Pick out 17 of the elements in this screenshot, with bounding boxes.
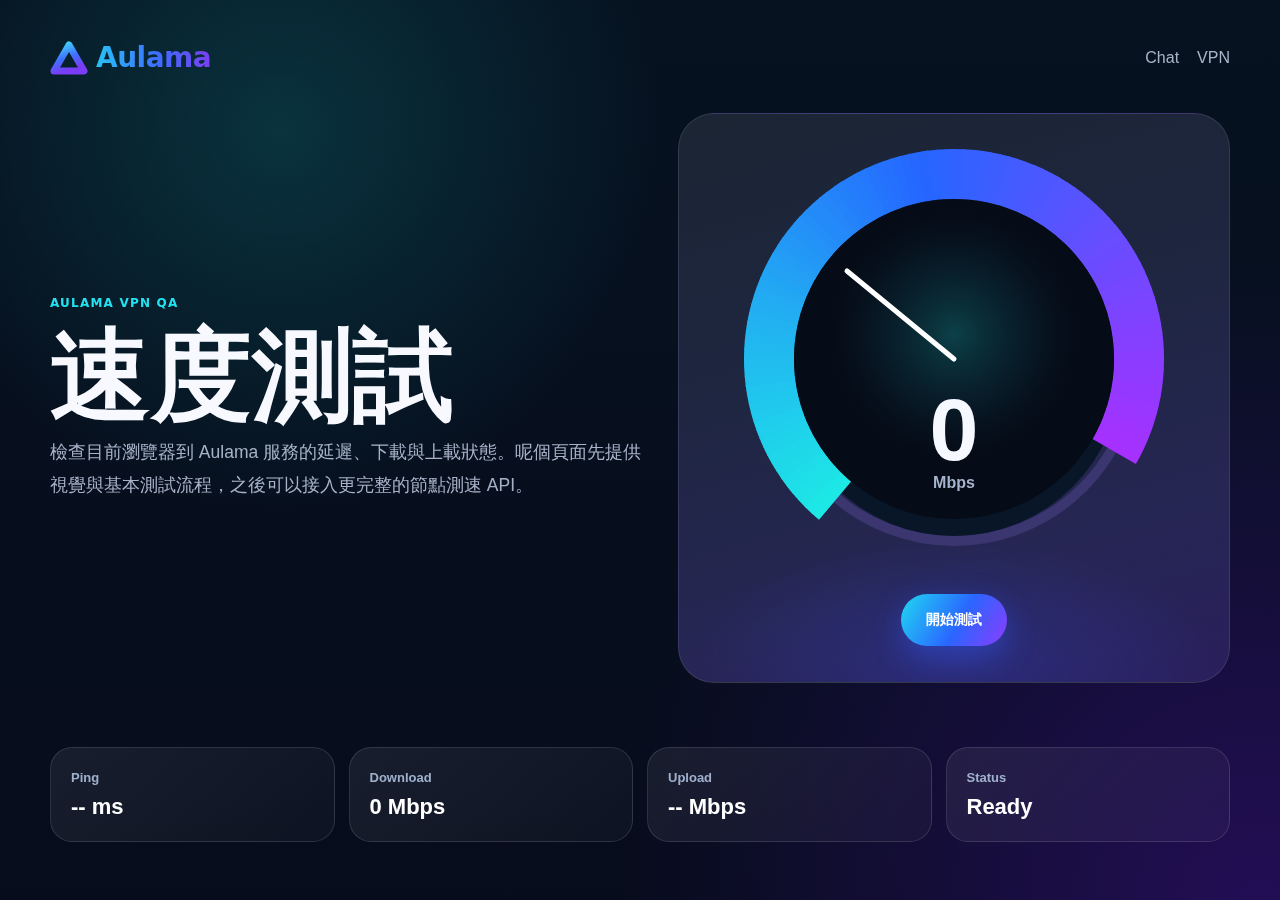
stat-label: Status <box>966 770 1008 786</box>
page-title: 速度測試 <box>50 319 454 430</box>
start-test-button[interactable]: 開始測試 <box>901 594 1007 646</box>
stat-value: Ready <box>966 794 1034 820</box>
nav-link[interactable]: Chat <box>1145 48 1180 68</box>
brand-logo-icon <box>50 41 88 75</box>
speed-reading: 0 <box>929 386 979 474</box>
stat-label: Ping <box>71 770 101 786</box>
page-description: 檢查目前瀏覽器到 Aulama 服務的延遲、下載與上載狀態。呢個頁面先提供視覺與基本測試流程，之後可以接入更完整的節點測速 API。 <box>50 440 643 497</box>
speed-unit: Mbps <box>933 475 975 491</box>
stat-value: -- Mbps <box>668 794 748 820</box>
stat-label: Upload <box>668 770 714 786</box>
eyebrow-text: AULAMA VPN QA <box>50 294 179 311</box>
stat-value: -- ms <box>71 794 125 820</box>
stat-label: Download <box>369 770 433 786</box>
stat-value: 0 Mbps <box>369 794 447 820</box>
nav-link[interactable]: VPN <box>1197 48 1230 68</box>
